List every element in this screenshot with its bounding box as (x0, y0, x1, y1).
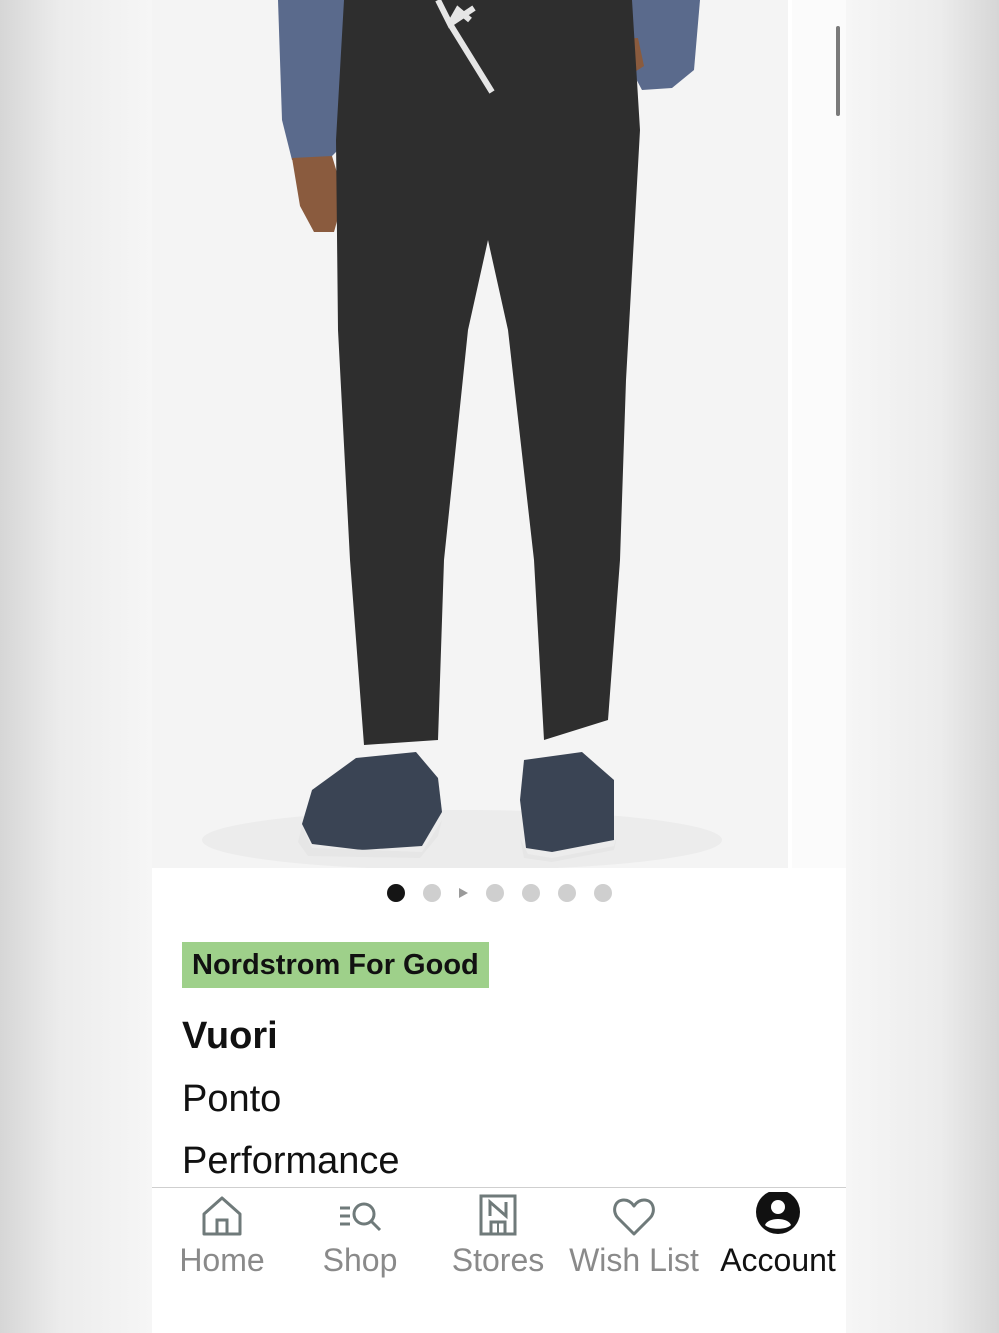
product-photo-pants (202, 0, 722, 868)
carousel-dot-1[interactable] (386, 884, 405, 902)
tab-wish-list[interactable]: Wish List (564, 1192, 704, 1292)
carousel-dot-2[interactable] (422, 884, 441, 902)
store-icon (428, 1192, 568, 1240)
video-play-icon[interactable] (458, 888, 468, 898)
nordstrom-for-good-badge[interactable]: Nordstrom For Good (182, 942, 489, 988)
product-name-line-1: Ponto (182, 1078, 282, 1120)
tab-stores[interactable]: Stores (428, 1192, 568, 1292)
next-image-peek[interactable] (788, 0, 846, 868)
product-brand[interactable]: Vuori (182, 1012, 278, 1060)
shop-search-icon (290, 1192, 430, 1240)
heart-icon (564, 1192, 704, 1240)
tab-home[interactable]: Home (152, 1192, 292, 1292)
carousel-dot-5[interactable] (557, 884, 576, 902)
tab-account-label: Account (720, 1242, 836, 1278)
carousel-dots (152, 880, 846, 906)
tab-stores-label: Stores (451, 1242, 545, 1278)
scrollbar[interactable] (836, 26, 840, 116)
tab-shop-label: Shop (322, 1242, 398, 1278)
tab-home-label: Home (179, 1242, 265, 1278)
tab-account[interactable]: Account (708, 1190, 846, 1292)
carousel-dot-3[interactable] (485, 884, 504, 902)
phone-screen: Nordstrom For Good Vuori Ponto Performan… (152, 0, 846, 1333)
bottom-tab-bar: Home Shop Stores Wish List Account (152, 1187, 846, 1333)
product-name-line-2: Performance (182, 1140, 400, 1182)
account-icon (708, 1190, 846, 1240)
tab-wish-list-label: Wish List (569, 1242, 699, 1278)
product-image[interactable] (152, 0, 846, 868)
home-icon (152, 1192, 292, 1240)
carousel-dot-4[interactable] (521, 884, 540, 902)
carousel-dot-6[interactable] (593, 884, 612, 902)
tab-shop[interactable]: Shop (290, 1192, 430, 1292)
